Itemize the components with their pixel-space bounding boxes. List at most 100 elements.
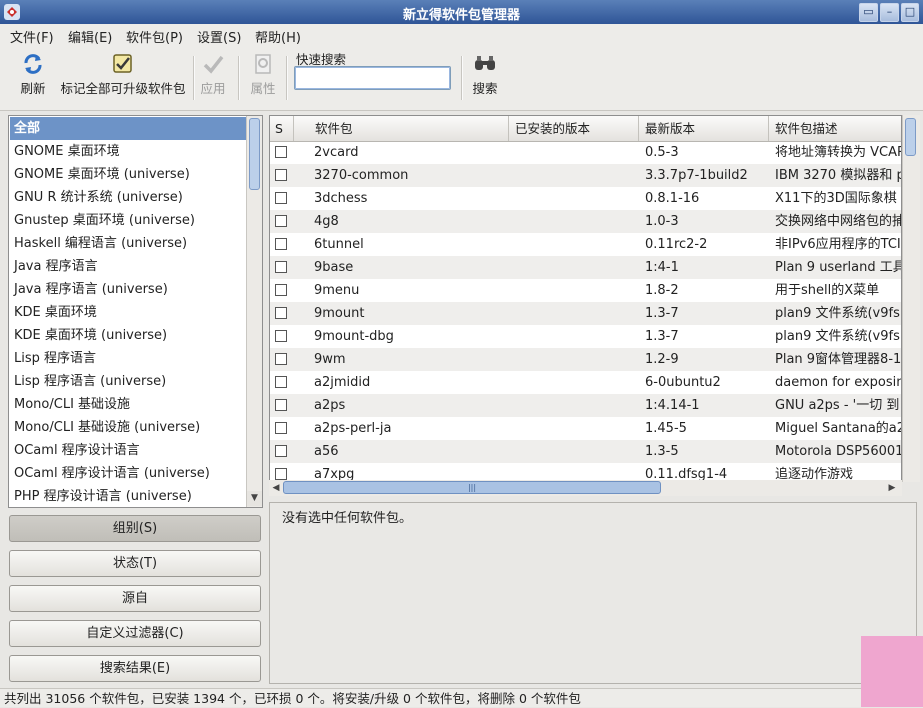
- package-checkbox[interactable]: [275, 445, 287, 457]
- table-row[interactable]: 3270-common 3.3.7p7-1build2 IBM 3270 模拟器和 …: [270, 164, 901, 187]
- horizontal-scroll-thumb[interactable]: |||: [283, 481, 661, 494]
- package-name: 9mount-dbg: [314, 329, 394, 344]
- table-row[interactable]: a2jmidid 6-0ubuntu2 daemon for exposin: [270, 371, 901, 394]
- category-item[interactable]: Mono/CLI 基础设施 (universe): [10, 416, 250, 439]
- column-header-description[interactable]: 软件包描述: [769, 116, 901, 141]
- toolbar-separator: [238, 56, 240, 100]
- toolbar-separator: [286, 56, 288, 100]
- refresh-button[interactable]: 刷新: [14, 52, 52, 97]
- column-header-package[interactable]: 软件包: [309, 116, 509, 141]
- category-item[interactable]: GNOME 桌面环境: [10, 140, 250, 163]
- table-row[interactable]: a56 1.3-5 Motorola DSP56001: [270, 440, 901, 463]
- package-checkbox[interactable]: [275, 192, 287, 204]
- category-item[interactable]: Java 程序语言: [10, 255, 250, 278]
- column-header-installed-version[interactable]: 已安装的版本: [509, 116, 639, 141]
- package-scroll-thumb[interactable]: [905, 118, 916, 156]
- table-row[interactable]: 9wm 1.2-9 Plan 9窗体管理器8-1: [270, 348, 901, 371]
- quick-search-input[interactable]: [294, 66, 451, 90]
- group-by-origin-button[interactable]: 源自: [9, 585, 261, 612]
- package-checkbox[interactable]: [275, 146, 287, 158]
- package-checkbox[interactable]: [275, 330, 287, 342]
- category-item[interactable]: PHP 程序设计语言 (universe): [10, 485, 250, 507]
- category-item[interactable]: GNOME 桌面环境 (universe): [10, 163, 250, 186]
- table-row[interactable]: a2ps 1:4.14-1 GNU a2ps - '一切 到: [270, 394, 901, 417]
- category-item-all[interactable]: 全部: [10, 117, 250, 140]
- maximize-button[interactable]: □: [901, 3, 919, 22]
- group-by-status-button[interactable]: 状态(T): [9, 550, 261, 577]
- package-vertical-scrollbar[interactable]: [902, 115, 920, 482]
- package-checkbox[interactable]: [275, 284, 287, 296]
- category-item[interactable]: KDE 桌面环境: [10, 301, 250, 324]
- package-description: plan9 文件系统(v9fs: [775, 306, 900, 321]
- search-button[interactable]: 搜索: [468, 52, 502, 97]
- category-item[interactable]: Haskell 编程语言 (universe): [10, 232, 250, 255]
- category-scroll-thumb[interactable]: [249, 118, 260, 190]
- properties-button[interactable]: 属性: [245, 52, 281, 97]
- package-checkbox[interactable]: [275, 399, 287, 411]
- search-results-button[interactable]: 搜索结果(E): [9, 655, 261, 682]
- package-description: Motorola DSP56001: [775, 444, 901, 459]
- window-menu-button[interactable]: ▭: [859, 3, 878, 22]
- category-item[interactable]: Lisp 程序语言 (universe): [10, 370, 250, 393]
- scroll-left-arrow-icon[interactable]: ◀: [270, 481, 282, 495]
- table-row[interactable]: 9menu 1.8-2 用于shell的X菜单: [270, 279, 901, 302]
- column-header-latest-version[interactable]: 最新版本: [639, 116, 769, 141]
- menu-bar: 文件(F) 编辑(E) 软件包(P) 设置(S) 帮助(H): [0, 24, 923, 46]
- package-description: 用于shell的X菜单: [775, 283, 880, 298]
- menu-file[interactable]: 文件(F): [10, 27, 54, 46]
- package-checkbox[interactable]: [275, 307, 287, 319]
- scroll-right-arrow-icon[interactable]: ▶: [886, 481, 898, 495]
- package-checkbox[interactable]: [275, 422, 287, 434]
- table-row[interactable]: 9mount-dbg 1.3-7 plan9 文件系统(v9fs: [270, 325, 901, 348]
- mark-upgrades-icon: [113, 54, 132, 73]
- category-item[interactable]: OCaml 程序设计语言 (universe): [10, 462, 250, 485]
- apply-button[interactable]: 应用: [196, 52, 230, 97]
- package-checkbox[interactable]: [275, 353, 287, 365]
- menu-package[interactable]: 软件包(P): [126, 27, 183, 46]
- package-description: Miguel Santana的a2: [775, 421, 901, 436]
- package-checkbox[interactable]: [275, 215, 287, 227]
- category-item[interactable]: Java 程序语言 (universe): [10, 278, 250, 301]
- package-description: Plan 9窗体管理器8-1: [775, 352, 901, 367]
- table-row[interactable]: 6tunnel 0.11rc2-2 非IPv6应用程序的TCI: [270, 233, 901, 256]
- package-checkbox[interactable]: [275, 169, 287, 181]
- package-name: a2jmidid: [314, 375, 371, 390]
- custom-filters-button[interactable]: 自定义过滤器(C): [9, 620, 261, 647]
- minimize-button[interactable]: –: [880, 3, 899, 22]
- package-description: Plan 9 userland 工具: [775, 260, 901, 275]
- table-row[interactable]: 2vcard 0.5-3 将地址簿转换为 VCAR: [270, 141, 901, 164]
- category-item[interactable]: Gnustep 桌面环境 (universe): [10, 209, 250, 232]
- column-header-status[interactable]: S: [270, 116, 294, 141]
- apply-label: 应用: [200, 81, 226, 96]
- package-details-pane: 没有选中任何软件包。: [269, 502, 917, 684]
- category-list: 全部 GNOME 桌面环境 GNOME 桌面环境 (universe) GNU …: [8, 115, 263, 508]
- package-name: 6tunnel: [314, 237, 364, 252]
- package-checkbox[interactable]: [275, 261, 287, 273]
- category-item[interactable]: GNU R 统计系统 (universe): [10, 186, 250, 209]
- table-row[interactable]: a2ps-perl-ja 1.45-5 Miguel Santana的a2: [270, 417, 901, 440]
- package-checkbox[interactable]: [275, 238, 287, 250]
- latest-version: 1.8-2: [645, 283, 679, 298]
- table-row[interactable]: 4g8 1.0-3 交换网络中网络包的捕: [270, 210, 901, 233]
- package-name: 3dchess: [314, 191, 368, 206]
- package-checkbox[interactable]: [275, 468, 287, 480]
- group-by-section-button[interactable]: 组别(S): [9, 515, 261, 542]
- package-checkbox[interactable]: [275, 376, 287, 388]
- category-item[interactable]: Lisp 程序语言: [10, 347, 250, 370]
- mark-all-upgrades-button[interactable]: 标记全部可升级软件包: [56, 52, 190, 97]
- category-item[interactable]: Mono/CLI 基础设施: [10, 393, 250, 416]
- menu-help[interactable]: 帮助(H): [255, 27, 301, 46]
- package-name: 9base: [314, 260, 354, 275]
- properties-label: 属性: [250, 81, 276, 96]
- menu-edit[interactable]: 编辑(E): [68, 27, 112, 46]
- table-row[interactable]: 9base 1:4-1 Plan 9 userland 工具: [270, 256, 901, 279]
- package-name: 9mount: [314, 306, 365, 321]
- menu-settings[interactable]: 设置(S): [197, 27, 241, 46]
- category-item[interactable]: KDE 桌面环境 (universe): [10, 324, 250, 347]
- table-row[interactable]: 9mount 1.3-7 plan9 文件系统(v9fs: [270, 302, 901, 325]
- category-scrollbar[interactable]: ▼: [246, 116, 262, 507]
- window-title: 新立得软件包管理器: [402, 8, 520, 23]
- table-row[interactable]: 3dchess 0.8.1-16 X11下的3D国际象棋: [270, 187, 901, 210]
- category-item[interactable]: OCaml 程序设计语言: [10, 439, 250, 462]
- scroll-down-arrow-icon[interactable]: ▼: [247, 491, 262, 506]
